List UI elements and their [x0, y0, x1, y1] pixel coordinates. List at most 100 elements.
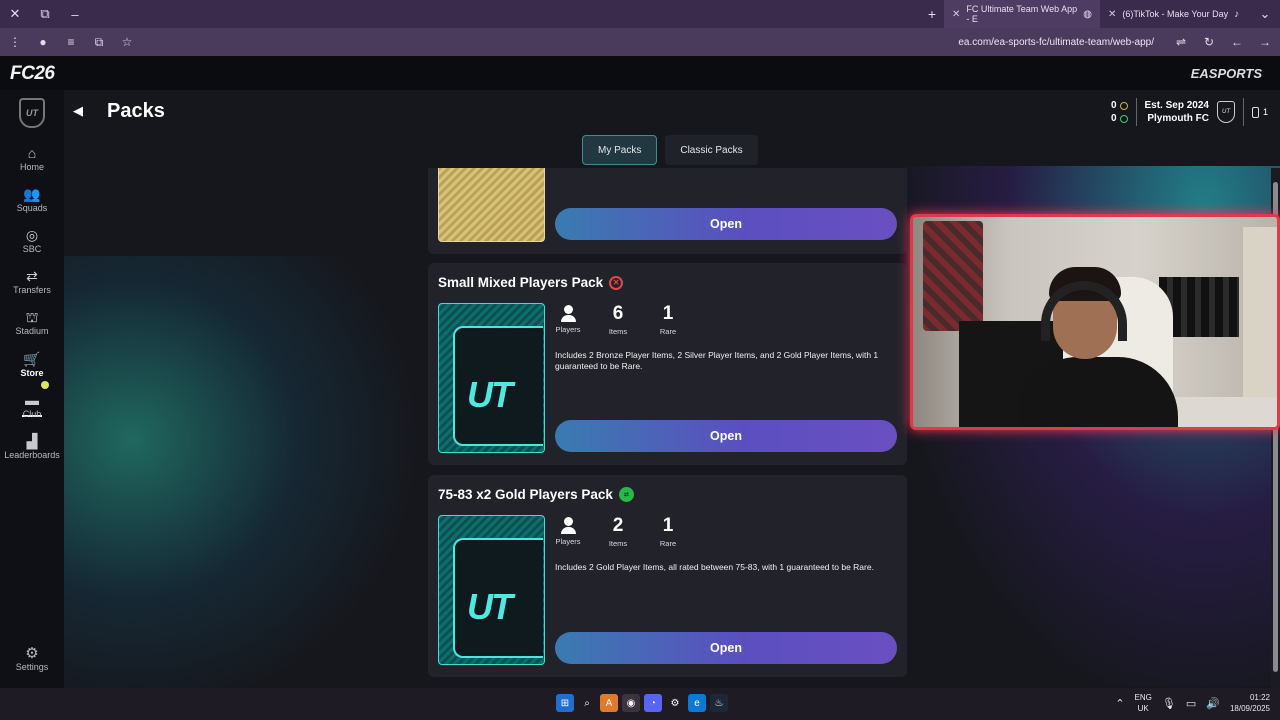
open-pack-button[interactable]: Open: [555, 632, 897, 664]
profile-avatar-icon[interactable]: ●: [34, 35, 52, 49]
open-pack-button[interactable]: Open: [555, 208, 897, 240]
club-icon: ▬: [25, 392, 39, 408]
tiktok-icon: ♪: [1234, 8, 1240, 20]
stat-label: Items: [608, 539, 628, 548]
windows-taskbar: ⊞ ⌕ A ◉ ◔ ⚙ e ♨ ⌃ ENG UK 🎙 ▭ 🔊 01:22 18/…: [0, 688, 1280, 720]
home-icon: ⌂: [27, 145, 37, 161]
pack-stats: Players 6 Items 1 Rare: [555, 303, 681, 336]
stat-label: Items: [608, 327, 628, 336]
close-window-icon[interactable]: ✕: [0, 0, 30, 28]
tab-title: FC Ultimate Team Web App - E: [966, 4, 1078, 24]
pack-card: 75-83 x2 Gold Players Pack ⇄ UT Players …: [428, 475, 907, 677]
browser-address-bar: ⋮ ● ≡ ⧉ ☆ ea.com/ea-sports-fc/ultimate-t…: [0, 28, 1280, 56]
edge-icon[interactable]: e: [688, 694, 706, 712]
sidebar-item-transfers[interactable]: ⇄ Transfers: [0, 267, 64, 303]
ut-pack-logo: UT: [467, 586, 513, 627]
network-icon[interactable]: ▭: [1186, 697, 1196, 710]
pack-image: UT: [438, 168, 545, 242]
stat-label: Players: [555, 537, 581, 546]
player-icon: [561, 305, 576, 323]
app-icon[interactable]: A: [600, 694, 618, 712]
browser-tab-bar: ✕ ⧉ – + ✕ FC Ultimate Team Web App - E ◍…: [0, 0, 1280, 28]
leaderboards-icon: ▟: [26, 433, 38, 449]
sidebar-item-label: SBC: [22, 244, 42, 254]
background-glow: [60, 256, 420, 688]
start-icon[interactable]: ⊞: [556, 694, 574, 712]
pack-stats: Players 2 Items 1 Rare: [555, 515, 681, 548]
stat-label: Players: [555, 325, 581, 334]
volume-icon[interactable]: 🔊: [1206, 697, 1220, 710]
clock[interactable]: 01:22 18/09/2025: [1230, 692, 1270, 714]
steam-icon[interactable]: ♨: [710, 694, 728, 712]
squads-icon: 👥: [23, 186, 41, 202]
bookmark-star-icon[interactable]: ☆: [118, 35, 136, 49]
url-field[interactable]: ea.com/ea-sports-fc/ultimate-team/web-ap…: [146, 37, 1162, 48]
stat-label: Rare: [659, 539, 677, 548]
fc26-logo: FC26: [10, 63, 55, 84]
tab-classic-packs[interactable]: Classic Packs: [665, 135, 758, 165]
sidebar-item-label: Store: [20, 368, 44, 378]
club-crest-icon: UT: [1216, 101, 1235, 123]
ut-pack-logo: UT: [471, 168, 517, 175]
back-icon[interactable]: ←: [1228, 35, 1246, 49]
taskbar-apps: ⊞ ⌕ A ◉ ◔ ⚙ e ♨: [556, 694, 728, 712]
club-info: 0 0 Est. Sep 2024 Plymouth FC UT 1: [1111, 96, 1268, 128]
stat-value: 1: [662, 303, 674, 324]
back-arrow-icon[interactable]: ◀: [73, 103, 83, 119]
sidebar-item-settings[interactable]: ⚙ Settings: [0, 644, 64, 672]
sidebar-item-sbc[interactable]: ◎ SBC: [0, 226, 64, 262]
sidebar-item-stadium[interactable]: ⛫ Stadium: [0, 308, 64, 344]
sidebar: UT ⌂ Home 👥 Squads ◎ SBC ⇄ Transfers ⛫ S…: [0, 90, 64, 688]
sidebar-item-label: Home: [19, 162, 44, 172]
tab-my-packs[interactable]: My Packs: [582, 135, 658, 165]
forward-icon[interactable]: →: [1256, 35, 1274, 49]
chevron-up-icon[interactable]: ⌃: [1115, 697, 1124, 710]
ea-sports-logo: EASPORTS: [1190, 66, 1262, 81]
gear-icon: ⚙: [25, 645, 39, 662]
sidebar-item-squads[interactable]: 👥 Squads: [0, 185, 64, 221]
club-details: Est. Sep 2024 Plymouth FC: [1145, 99, 1209, 125]
tab-search-chevron-icon[interactable]: ⌄: [1250, 0, 1280, 28]
open-pack-button[interactable]: Open: [555, 420, 897, 452]
notifications-button[interactable]: 1: [1251, 106, 1268, 118]
reading-list-icon[interactable]: ≡: [62, 35, 80, 49]
phone-icon: [1251, 106, 1259, 118]
ut-badge-icon: UT: [19, 98, 45, 128]
search-icon[interactable]: ⌕: [578, 694, 596, 712]
new-tab-button[interactable]: +: [920, 6, 944, 22]
microphone-icon[interactable]: 🎙: [1162, 697, 1176, 710]
tab-audio-icon: ◍: [1083, 8, 1092, 20]
minimize-window-icon[interactable]: –: [60, 0, 90, 28]
tradeable-icon: ⇄: [618, 487, 634, 502]
sidebar-item-leaderboards[interactable]: ▟ Leaderboards: [0, 432, 64, 468]
pack-image: UT: [438, 515, 545, 665]
pack-image: UT: [438, 303, 545, 453]
browser-tab-fc[interactable]: ✕ FC Ultimate Team Web App - E ◍: [944, 0, 1100, 28]
close-tab-icon[interactable]: ✕: [952, 9, 960, 20]
site-settings-icon[interactable]: ⇌: [1172, 35, 1190, 49]
language-indicator[interactable]: ENG UK: [1135, 692, 1152, 714]
extensions-icon[interactable]: ⧉: [90, 35, 108, 50]
sidebar-item-label: Settings: [15, 662, 49, 672]
pack-card: Small Mixed Players Pack ✕ UT Players 6 …: [428, 263, 907, 465]
system-tray: ⌃ ENG UK 🎙 ▭ 🔊 01:22 18/09/2025: [1115, 692, 1270, 714]
sidebar-item-home[interactable]: ⌂ Home: [0, 144, 64, 180]
discord-icon[interactable]: ◔: [644, 694, 662, 712]
menu-dots-icon[interactable]: ⋮: [6, 35, 24, 49]
currency-display: 0 0: [1111, 99, 1128, 125]
chrome-icon[interactable]: ◉: [622, 694, 640, 712]
close-tab-icon[interactable]: ✕: [1108, 9, 1116, 20]
pack-card: UT Open: [428, 168, 907, 254]
pack-list: UT Open Small Mixed Players Pack ✕ UT Pl…: [428, 168, 908, 688]
sbc-icon: ◎: [25, 227, 39, 243]
restore-window-icon[interactable]: ⧉: [30, 0, 60, 28]
pack-description: Includes 2 Bronze Player Items, 2 Silver…: [555, 350, 879, 371]
pack-description: Includes 2 Gold Player Items, all rated …: [555, 562, 874, 572]
stat-label: Rare: [659, 327, 677, 336]
sidebar-item-label: Club: [22, 409, 42, 419]
settings-app-icon[interactable]: ⚙: [666, 694, 684, 712]
sidebar-item-store[interactable]: 🛒 Store: [0, 350, 64, 386]
sidebar-item-club[interactable]: ▬ Club: [0, 391, 64, 427]
reload-icon[interactable]: ↻: [1200, 35, 1218, 49]
browser-tab-tiktok[interactable]: ✕ (6)TikTok - Make Your Day ♪: [1100, 0, 1250, 28]
